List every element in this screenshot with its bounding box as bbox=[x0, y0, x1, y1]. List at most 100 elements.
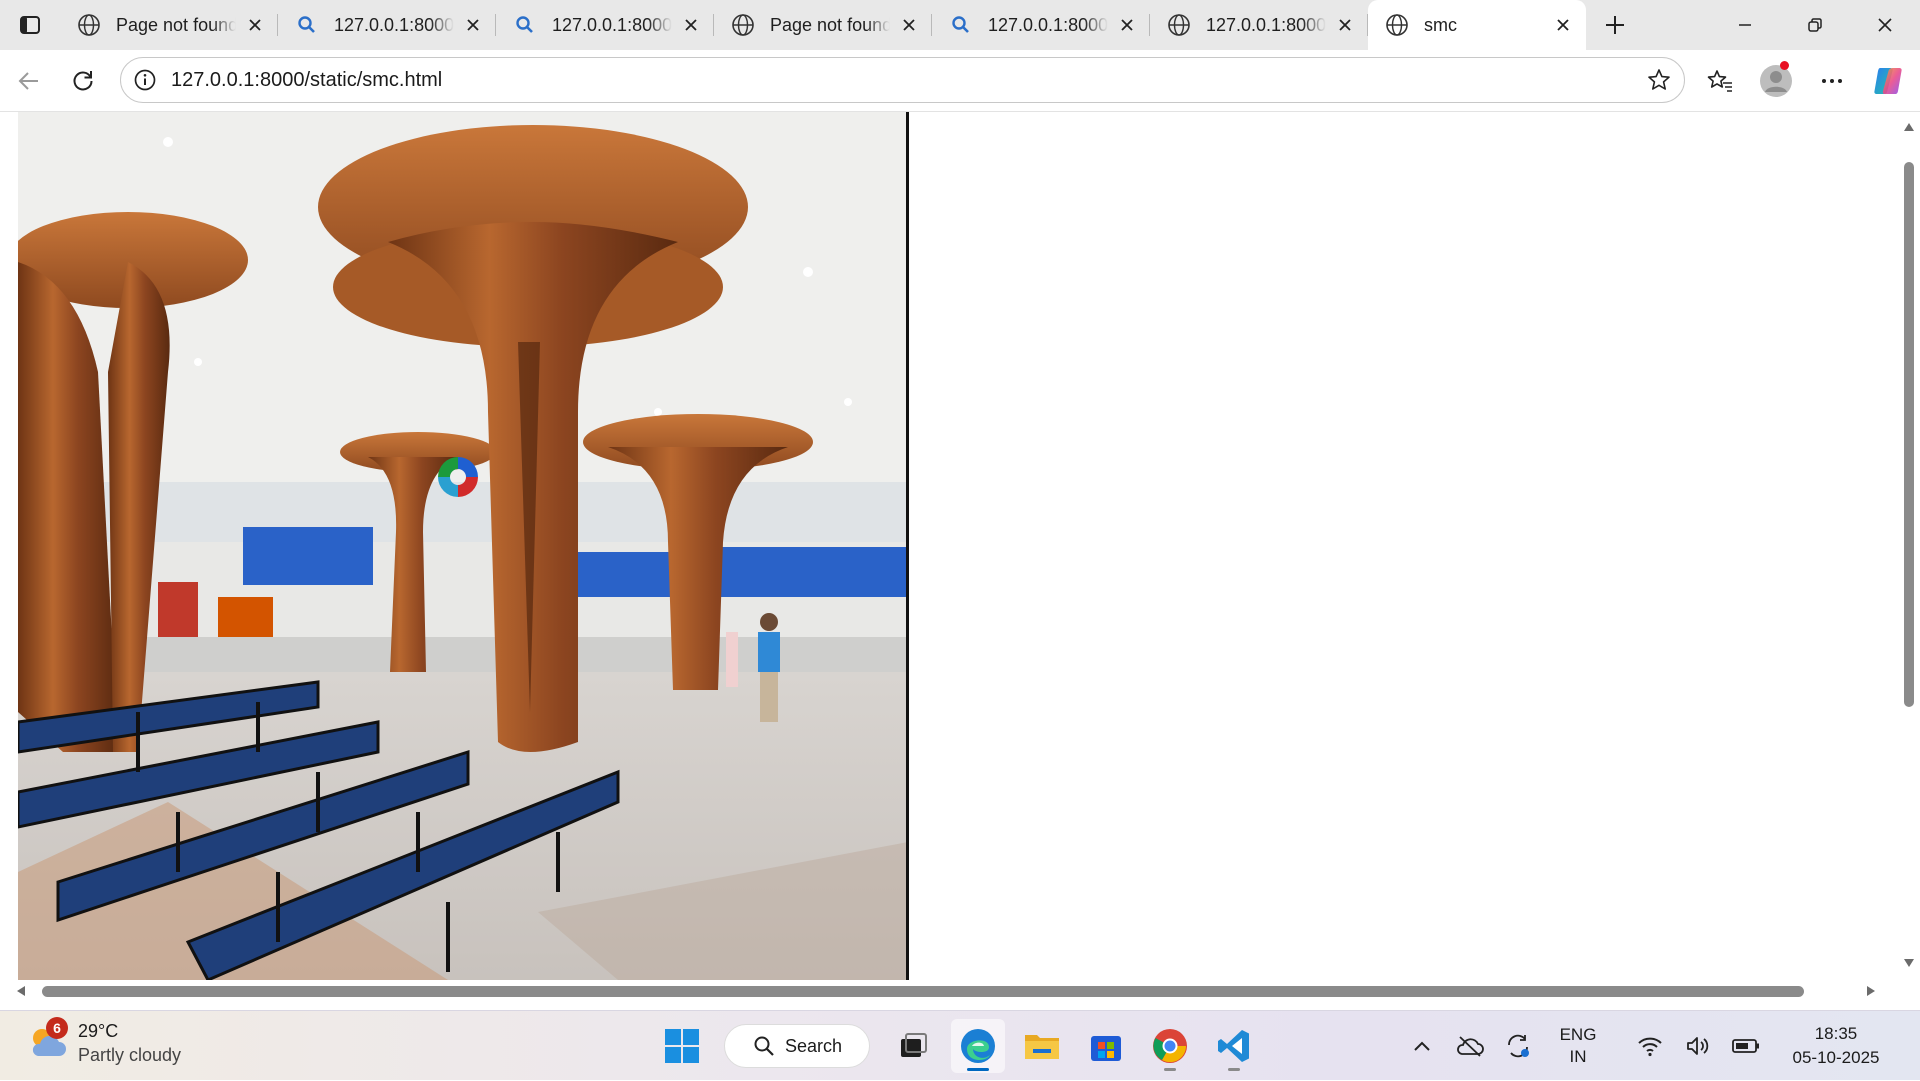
tab-close-icon[interactable] bbox=[898, 14, 920, 36]
taskbar-apps: Search bbox=[650, 1019, 1266, 1073]
tab-close-icon[interactable] bbox=[680, 14, 702, 36]
new-tab-button[interactable] bbox=[1590, 0, 1640, 50]
tab-close-icon[interactable] bbox=[244, 14, 266, 36]
toolbar-right-tools bbox=[1692, 50, 1920, 112]
favorites-icon bbox=[1707, 70, 1732, 92]
show-hidden-icons-button[interactable] bbox=[1398, 1021, 1446, 1071]
search-label: Search bbox=[785, 1035, 843, 1056]
network-button[interactable] bbox=[1626, 1021, 1674, 1071]
tab-localhost-1[interactable]: 127.0.0.1:8000/s bbox=[278, 0, 496, 50]
url-text[interactable]: 127.0.0.1:8000/static/smc.html bbox=[171, 69, 1646, 92]
tab-list: Page not found 127.0.0.1:8000/s 127.0.0.… bbox=[60, 0, 1586, 50]
tab-page-not-found-1[interactable]: Page not found bbox=[60, 0, 278, 50]
back-button[interactable] bbox=[2, 56, 56, 106]
clock[interactable]: 18:35 05-10-2025 bbox=[1780, 1022, 1892, 1070]
taskbar-search[interactable]: Search bbox=[724, 1024, 870, 1068]
copilot-button[interactable] bbox=[1860, 56, 1916, 106]
language-indicator[interactable]: ENG IN bbox=[1548, 1024, 1608, 1068]
sync-icon bbox=[1508, 1034, 1529, 1058]
plus-icon bbox=[1606, 16, 1624, 34]
running-indicator bbox=[967, 1068, 989, 1071]
task-view-icon bbox=[901, 1033, 927, 1057]
restore-icon bbox=[1808, 18, 1822, 32]
system-tray: ENG IN 18:35 05-10-2025 bbox=[1398, 1011, 1920, 1081]
store-button[interactable] bbox=[1079, 1019, 1133, 1073]
globe-icon bbox=[1384, 12, 1410, 38]
clock-date: 05-10-2025 bbox=[1792, 1048, 1880, 1067]
favorites-button[interactable] bbox=[1692, 56, 1748, 106]
scroll-down-arrow-icon[interactable] bbox=[1903, 958, 1915, 968]
tab-localhost-4[interactable]: 127.0.0.1:8000/s bbox=[1150, 0, 1368, 50]
tab-label: 127.0.0.1:8000/s bbox=[1206, 14, 1326, 35]
tab-label: Page not found bbox=[116, 14, 236, 35]
reload-button[interactable] bbox=[56, 56, 110, 106]
window-controls bbox=[1710, 0, 1920, 50]
battery-button[interactable] bbox=[1722, 1021, 1770, 1071]
tab-label: smc bbox=[1424, 14, 1457, 35]
taskbar: 6 29°C Partly cloudy Search ENG IN 18:35… bbox=[0, 1010, 1920, 1080]
scroll-left-arrow-icon[interactable] bbox=[16, 985, 26, 997]
globe-icon bbox=[1166, 12, 1192, 38]
globe-icon bbox=[730, 12, 756, 38]
edge-taskbar-button[interactable] bbox=[951, 1019, 1005, 1073]
vertical-scrollbar[interactable] bbox=[1898, 112, 1920, 980]
wifi-icon bbox=[1638, 1037, 1662, 1057]
tab-close-icon[interactable] bbox=[1116, 14, 1138, 36]
settings-more-button[interactable] bbox=[1804, 56, 1860, 106]
tab-label: Page not found bbox=[770, 14, 890, 35]
folder-icon bbox=[1025, 1035, 1059, 1059]
chrome-icon bbox=[1153, 1029, 1187, 1063]
tab-smc[interactable]: smc bbox=[1368, 0, 1586, 50]
task-view-button[interactable] bbox=[887, 1019, 941, 1073]
terminal-hall-image bbox=[18, 112, 908, 980]
tab-actions-icon bbox=[20, 16, 40, 34]
speaker-icon bbox=[1687, 1037, 1709, 1055]
address-bar[interactable]: 127.0.0.1:8000/static/smc.html bbox=[120, 57, 1685, 103]
windows-logo-icon bbox=[665, 1029, 699, 1063]
tab-page-not-found-2[interactable]: Page not found bbox=[714, 0, 932, 50]
close-window-button[interactable] bbox=[1850, 0, 1920, 50]
image-border bbox=[906, 112, 909, 980]
terminal-hall-photo bbox=[18, 112, 908, 980]
minimize-button[interactable] bbox=[1710, 0, 1780, 50]
vscode-icon bbox=[1218, 1030, 1249, 1062]
favorite-star-icon[interactable] bbox=[1646, 67, 1672, 93]
horizontal-scrollbar[interactable] bbox=[0, 980, 1898, 1002]
vscode-taskbar-button[interactable] bbox=[1207, 1019, 1261, 1073]
weather-widget[interactable]: 6 29°C Partly cloudy bbox=[26, 1017, 182, 1067]
start-button[interactable] bbox=[655, 1019, 709, 1073]
tab-close-icon[interactable] bbox=[462, 14, 484, 36]
tab-localhost-2[interactable]: 127.0.0.1:8000/s bbox=[496, 0, 714, 50]
restore-button[interactable] bbox=[1780, 0, 1850, 50]
weather-badge: 6 bbox=[46, 1017, 68, 1039]
running-indicator bbox=[1164, 1068, 1176, 1071]
tab-label: 127.0.0.1:8000/s bbox=[988, 14, 1108, 35]
more-dots-icon bbox=[1822, 79, 1842, 83]
clock-time: 18:35 bbox=[1814, 1024, 1858, 1043]
info-icon[interactable] bbox=[133, 68, 157, 92]
horizontal-scroll-thumb[interactable] bbox=[42, 986, 1804, 997]
volume-button[interactable] bbox=[1674, 1021, 1722, 1071]
copilot-icon bbox=[1874, 68, 1902, 94]
battery-icon bbox=[1732, 1039, 1759, 1053]
file-explorer-button[interactable] bbox=[1015, 1019, 1069, 1073]
scroll-up-arrow-icon[interactable] bbox=[1903, 122, 1915, 132]
tab-close-icon[interactable] bbox=[1552, 14, 1574, 36]
sync-button[interactable] bbox=[1494, 1021, 1542, 1071]
browser-toolbar: 127.0.0.1:8000/static/smc.html bbox=[0, 50, 1920, 112]
tab-localhost-3[interactable]: 127.0.0.1:8000/s bbox=[932, 0, 1150, 50]
search-icon bbox=[754, 1036, 774, 1056]
weather-condition: Partly cloudy bbox=[78, 1045, 182, 1065]
store-icon bbox=[1091, 1036, 1121, 1061]
profile-button[interactable] bbox=[1748, 56, 1804, 106]
onedrive-button[interactable] bbox=[1446, 1021, 1494, 1071]
language-region: IN bbox=[1569, 1047, 1587, 1066]
vertical-scroll-thumb[interactable] bbox=[1904, 162, 1914, 707]
chrome-taskbar-button[interactable] bbox=[1143, 1019, 1197, 1073]
scroll-right-arrow-icon[interactable] bbox=[1866, 985, 1876, 997]
tab-close-icon[interactable] bbox=[1334, 14, 1356, 36]
cloud-offline-icon bbox=[1457, 1036, 1484, 1057]
tab-actions-button[interactable] bbox=[0, 0, 60, 50]
globe-icon bbox=[76, 12, 102, 38]
close-icon bbox=[1878, 18, 1892, 32]
